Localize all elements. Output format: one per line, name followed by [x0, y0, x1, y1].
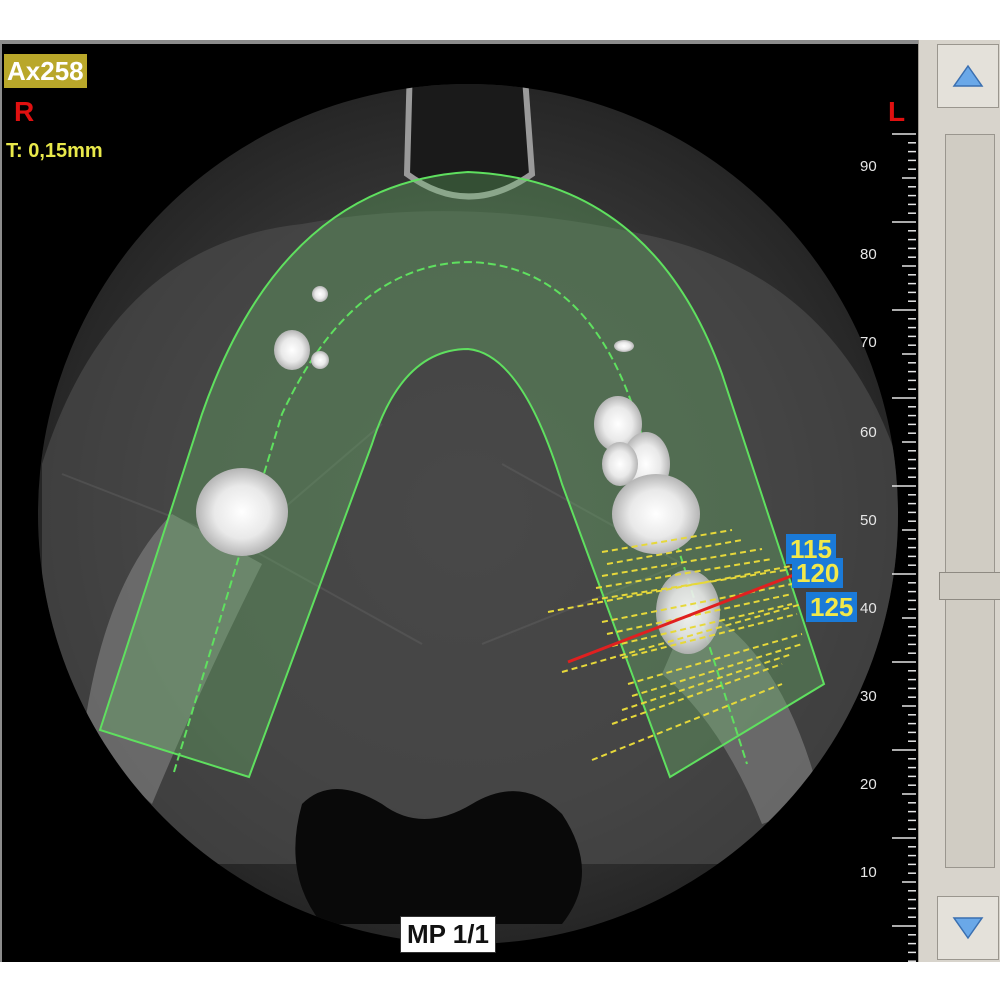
scroll-up-button[interactable] [937, 44, 999, 108]
ruler-label: 30 [860, 688, 877, 705]
panoramic-label: MP 1/1 [400, 916, 496, 953]
orientation-left-label: L [888, 96, 906, 127]
triangle-up-icon [952, 64, 984, 87]
ruler-label: 70 [860, 334, 877, 351]
ruler-label: 20 [860, 776, 877, 793]
cross-section-tag-120[interactable]: 120 [792, 558, 844, 588]
ruler-label: 50 [860, 512, 877, 529]
ruler-label: 40 [860, 600, 877, 617]
scroll-down-button[interactable] [937, 896, 999, 960]
slice-scrollbar[interactable] [918, 40, 1000, 962]
slice-thickness-label: T: 0,15mm [6, 140, 103, 162]
scroll-track[interactable] [945, 134, 995, 868]
triangle-down-icon [952, 917, 984, 940]
ruler-label: 80 [860, 246, 877, 263]
orientation-right-label: R [14, 96, 35, 127]
ruler-label: 60 [860, 424, 877, 441]
series-badge: Ax258 [4, 54, 87, 88]
scroll-thumb[interactable] [939, 572, 1000, 600]
axial-ct-image[interactable] [2, 44, 918, 962]
ct-axial-viewer[interactable]: Ax258 R L T: 0,15mm 90 80 70 60 50 40 30… [0, 40, 918, 962]
ruler-label: 10 [860, 864, 877, 881]
ruler-label: 90 [860, 158, 877, 175]
cross-section-tag-125[interactable]: 125 [806, 592, 858, 622]
